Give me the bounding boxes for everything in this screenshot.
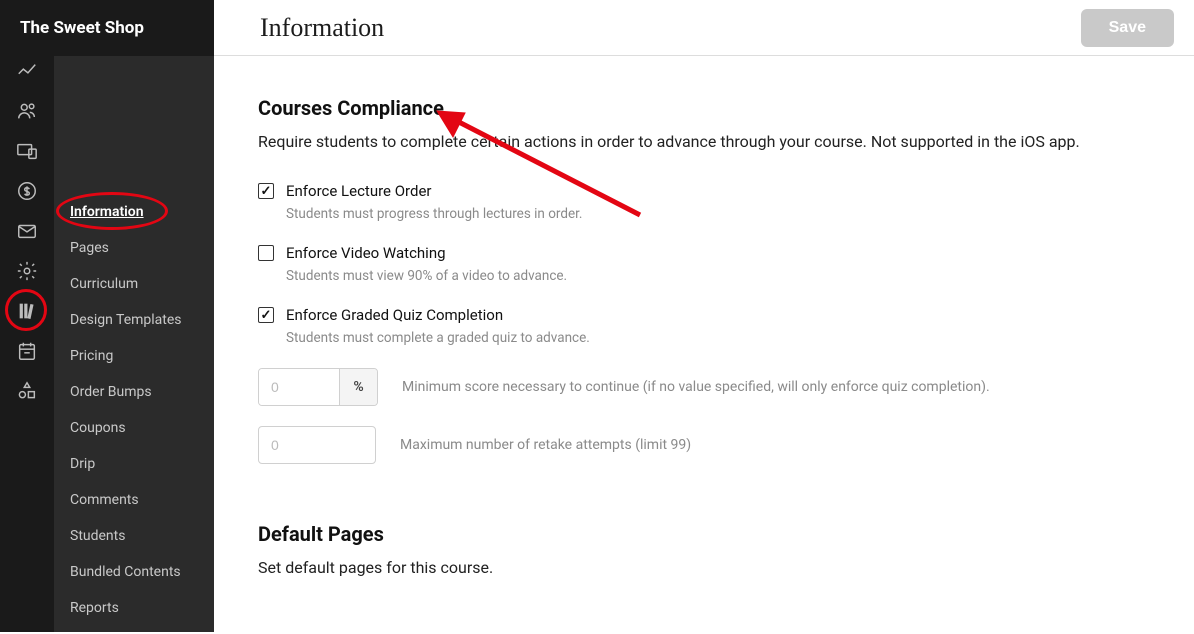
users-icon[interactable] — [16, 100, 38, 122]
retakes-help: Maximum number of retake attempts (limit… — [400, 437, 691, 453]
subnav-item-information[interactable]: Information — [54, 194, 214, 230]
subnav-list: Information Pages Curriculum Design Temp… — [54, 186, 214, 634]
check-enforce-video-watching: Enforce Video Watching — [258, 244, 1134, 262]
subnav-item-curriculum[interactable]: Curriculum — [54, 266, 214, 302]
analytics-icon[interactable] — [16, 60, 38, 82]
subnav-item-bundled-contents[interactable]: Bundled Contents — [54, 554, 214, 590]
checkbox-help: Students must view 90% of a video to adv… — [286, 268, 1134, 284]
retakes-row: Maximum number of retake attempts (limit… — [258, 426, 1134, 464]
subnav-item-coupons[interactable]: Coupons — [54, 410, 214, 446]
main-content: Information Save Courses Compliance Requ… — [214, 0, 1194, 632]
check-enforce-lecture-order: Enforce Lecture Order — [258, 182, 1134, 200]
checkbox-enforce-quiz-completion[interactable] — [258, 307, 274, 323]
default-pages-title: Default Pages — [258, 522, 1134, 546]
checkbox-help: Students must progress through lectures … — [286, 206, 1134, 222]
check-enforce-quiz-completion: Enforce Graded Quiz Completion — [258, 306, 1134, 324]
subnav-item-reports[interactable]: Reports — [54, 590, 214, 626]
default-pages-desc: Set default pages for this course. — [258, 556, 1134, 580]
checkbox-label: Enforce Lecture Order — [286, 182, 432, 200]
subnav: Information Pages Curriculum Design Temp… — [54, 0, 214, 632]
percent-addon: % — [339, 369, 377, 405]
icon-rail — [0, 0, 54, 632]
brand-title: The Sweet Shop — [0, 0, 214, 56]
save-button[interactable]: Save — [1081, 9, 1174, 47]
mail-icon[interactable] — [16, 220, 38, 242]
min-score-help: Minimum score necessary to continue (if … — [402, 379, 990, 395]
subnav-item-comments[interactable]: Comments — [54, 482, 214, 518]
section-compliance: Courses Compliance Require students to c… — [258, 96, 1134, 464]
retakes-input[interactable] — [258, 426, 376, 464]
gear-icon[interactable] — [16, 260, 38, 282]
min-score-row: % Minimum score necessary to continue (i… — [258, 368, 1134, 406]
min-score-input-group: % — [258, 368, 378, 406]
subnav-item-students[interactable]: Students — [54, 518, 214, 554]
subnav-item-order-bumps[interactable]: Order Bumps — [54, 374, 214, 410]
section-default-pages: Default Pages Set default pages for this… — [258, 522, 1134, 580]
subnav-item-design-templates[interactable]: Design Templates — [54, 302, 214, 338]
min-score-input[interactable] — [259, 369, 339, 405]
checkbox-enforce-video-watching[interactable] — [258, 245, 274, 261]
subnav-item-drip[interactable]: Drip — [54, 446, 214, 482]
subnav-item-pages[interactable]: Pages — [54, 230, 214, 266]
checkbox-enforce-lecture-order[interactable] — [258, 183, 274, 199]
checkbox-label: Enforce Graded Quiz Completion — [286, 306, 503, 324]
subnav-item-pricing[interactable]: Pricing — [54, 338, 214, 374]
calendar-icon[interactable] — [16, 340, 38, 362]
dollar-icon[interactable] — [16, 180, 38, 202]
books-icon[interactable] — [16, 300, 38, 322]
compliance-title: Courses Compliance — [258, 96, 1134, 120]
page-title: Information — [260, 13, 384, 43]
topbar: Information Save — [214, 0, 1194, 56]
compliance-desc: Require students to complete certain act… — [258, 130, 1134, 154]
devices-icon[interactable] — [16, 140, 38, 162]
checkbox-label: Enforce Video Watching — [286, 244, 446, 262]
checkbox-help: Students must complete a graded quiz to … — [286, 330, 1134, 346]
apps-icon[interactable] — [16, 380, 38, 402]
